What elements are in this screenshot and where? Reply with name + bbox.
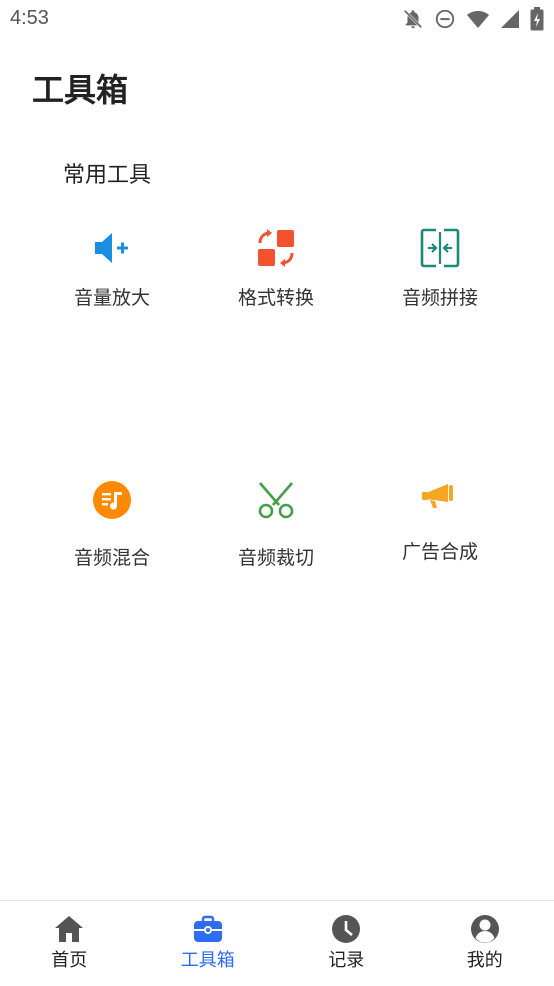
tool-grid: 音量放大 格式转换 音频拼接 音频混合 音频裁切 广告合成 (30, 220, 524, 468)
do-not-disturb-icon (434, 8, 456, 30)
bell-off-icon (402, 8, 424, 30)
section-title: 常用工具 (63, 160, 151, 192)
home-icon (53, 913, 85, 945)
tool-label: 广告合成 (358, 538, 522, 566)
tool-format-convert[interactable]: 格式转换 (194, 220, 358, 344)
page-title: 工具箱 (32, 68, 128, 112)
signal-icon (500, 9, 520, 29)
nav-item-records[interactable]: 记录 (277, 901, 416, 986)
nav-label: 首页 (0, 948, 139, 974)
status-bar: 4:53 (0, 0, 554, 40)
nav-label: 工具箱 (139, 948, 278, 974)
nav-item-home[interactable]: 首页 (0, 901, 139, 986)
nav-item-mine[interactable]: 我的 (416, 901, 554, 986)
format-convert-icon (256, 228, 296, 268)
tool-label: 格式转换 (194, 284, 358, 312)
tool-volume-amplify[interactable]: 音量放大 (30, 220, 194, 344)
clock-icon (330, 913, 362, 945)
scissors-icon (256, 480, 296, 520)
tool-label: 音量放大 (30, 284, 194, 312)
tool-label: 音频混合 (30, 544, 194, 572)
tool-audio-mix[interactable]: 音频混合 (30, 344, 194, 468)
volume-plus-icon (92, 228, 132, 268)
tool-audio-merge[interactable]: 音频拼接 (358, 220, 522, 344)
wifi-icon (466, 8, 490, 30)
toolbox-icon (192, 913, 224, 945)
nav-label: 我的 (416, 948, 554, 974)
megaphone-icon (420, 476, 460, 516)
audio-merge-icon (420, 228, 460, 268)
tool-label: 音频拼接 (358, 284, 522, 312)
tool-audio-cut[interactable]: 音频裁切 (194, 344, 358, 468)
battery-icon (530, 7, 544, 31)
bottom-nav: 首页 工具箱 记录 我的 (0, 900, 554, 986)
status-time: 4:53 (10, 7, 49, 30)
tool-label: 音频裁切 (194, 544, 358, 572)
user-icon (469, 913, 501, 945)
nav-item-toolbox[interactable]: 工具箱 (139, 901, 278, 986)
tool-ad-compose[interactable]: 广告合成 (358, 344, 522, 468)
nav-label: 记录 (277, 948, 416, 974)
status-icons (402, 7, 544, 31)
music-mix-icon (92, 480, 132, 520)
